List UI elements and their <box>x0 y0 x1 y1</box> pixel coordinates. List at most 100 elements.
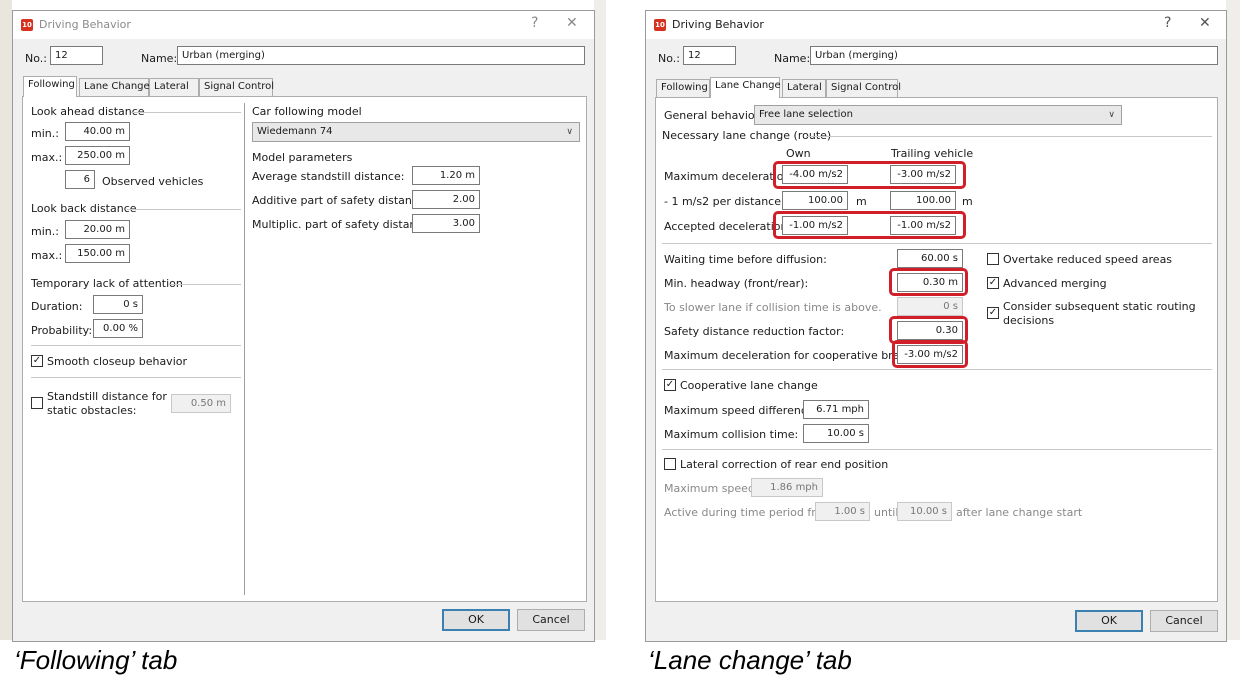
min-headway-label: Min. headway (front/rear): <box>664 277 809 290</box>
look-back-min-field[interactable]: 20.00 m <box>65 220 130 239</box>
highlight-box <box>892 340 968 368</box>
caption-following-tab: ‘Following’ tab <box>14 645 178 675</box>
cancel-button[interactable]: Cancel <box>1150 610 1218 632</box>
tab-signal-control[interactable]: Signal Control <box>826 79 901 97</box>
look-ahead-min-field[interactable]: 40.00 m <box>65 122 130 141</box>
smooth-closeup-label: Smooth closeup behavior <box>47 355 188 368</box>
look-back-max-field[interactable]: 150.00 m <box>65 244 130 263</box>
duration-field[interactable]: 0 s <box>93 295 143 314</box>
slower-lane-label: To slower lane if collision time is abov… <box>664 301 882 314</box>
per-distance-own-unit: m <box>856 195 867 208</box>
max-speed-field[interactable]: 1.86 mph <box>751 478 823 497</box>
panel-splitter[interactable] <box>244 103 245 595</box>
overtake-reduced-speed-checkbox[interactable] <box>987 253 999 265</box>
advanced-merging-checkbox[interactable]: ✓ <box>987 277 999 289</box>
lateral-correction-checkbox[interactable] <box>664 458 676 470</box>
additive-safety-field[interactable]: 2.00 <box>412 190 480 209</box>
multiplic-safety-label: Multiplic. part of safety distance: <box>252 218 433 231</box>
max-speed-diff-field[interactable]: 6.71 mph <box>803 400 869 419</box>
background-strip <box>1226 0 1240 640</box>
ok-button[interactable]: OK <box>1075 610 1143 632</box>
consider-routing-checkbox[interactable]: ✓ <box>987 307 999 319</box>
advanced-merging-label: Advanced merging <box>1003 277 1107 290</box>
coop-braking-label: Maximum deceleration for cooperative bra… <box>664 349 927 362</box>
after-label: after lane change start <box>956 506 1083 519</box>
cooperative-lane-change-checkbox[interactable]: ✓ <box>664 379 676 391</box>
background-strip <box>594 0 606 640</box>
no-field[interactable]: 12 <box>50 46 103 65</box>
per-distance-trailing-unit: m <box>962 195 973 208</box>
general-behavior-select[interactable]: Free lane selection ∨ <box>754 105 1122 125</box>
look-back-header: Look back distance <box>31 202 137 215</box>
close-button[interactable]: ✕ <box>566 15 578 31</box>
chevron-down-icon: ∨ <box>566 127 573 137</box>
tab-lane-change[interactable]: Lane Change <box>79 78 150 96</box>
no-label: No.: <box>658 52 680 65</box>
look-ahead-max-field[interactable]: 250.00 m <box>65 146 130 165</box>
smooth-closeup-checkbox[interactable]: ✓ <box>31 355 43 367</box>
highlight-box <box>889 268 968 296</box>
slower-lane-field[interactable]: 0 s <box>897 297 963 316</box>
active-from-field[interactable]: 1.00 s <box>815 502 870 521</box>
avg-standstill-field[interactable]: 1.20 m <box>412 166 480 185</box>
divider <box>31 377 241 378</box>
tab-signal-control[interactable]: Signal Control <box>199 78 274 96</box>
standstill-static-label-1: Standstill distance for <box>47 390 167 403</box>
standstill-static-field[interactable]: 0.50 m <box>171 394 231 413</box>
title-bar: 10 Driving Behavior ? ✕ <box>646 11 1226 39</box>
max-speed-diff-label: Maximum speed difference: <box>664 404 818 417</box>
waiting-time-field[interactable]: 60.00 s <box>897 249 963 268</box>
close-button[interactable]: ✕ <box>1199 15 1211 31</box>
help-button[interactable]: ? <box>531 15 538 31</box>
tab-following[interactable]: Following <box>656 79 710 97</box>
consider-routing-label-2: decisions <box>1003 314 1055 327</box>
active-period-label: Active during time period from <box>664 506 833 519</box>
duration-label: Duration: <box>31 300 83 313</box>
probability-field[interactable]: 0.00 % <box>93 319 143 338</box>
multiplic-safety-field[interactable]: 3.00 <box>412 214 480 233</box>
max-collision-time-label: Maximum collision time: <box>664 428 799 441</box>
name-label: Name: <box>141 52 178 65</box>
tab-following[interactable]: Following <box>23 76 77 97</box>
look-back-max-label: max.: <box>31 249 63 262</box>
no-field[interactable]: 12 <box>683 46 736 65</box>
caption-lane-change-tab: ‘Lane change’ tab <box>648 645 852 675</box>
divider <box>662 369 1212 370</box>
highlight-box <box>773 161 966 189</box>
app-icon: 10 <box>21 19 33 31</box>
look-ahead-max-label: max.: <box>31 151 63 164</box>
max-collision-time-field[interactable]: 10.00 s <box>803 424 869 443</box>
divider <box>806 136 1212 137</box>
app-icon: 10 <box>654 19 666 31</box>
divider <box>168 284 241 285</box>
car-following-model-select[interactable]: Wiedemann 74 ∨ <box>252 122 580 142</box>
following-panel: Look ahead distance min.: 40.00 m max.: … <box>22 96 587 602</box>
additive-safety-label: Additive part of safety distance: <box>252 194 429 207</box>
help-button[interactable]: ? <box>1164 15 1171 31</box>
driving-behavior-dialog-following: 10 Driving Behavior ? ✕ No.: 12 Name: Ur… <box>12 10 595 642</box>
probability-label: Probability: <box>31 324 93 337</box>
divider <box>127 209 241 210</box>
name-field[interactable]: Urban (merging) <box>810 46 1218 65</box>
cancel-button[interactable]: Cancel <box>517 609 585 631</box>
active-until-field[interactable]: 10.00 s <box>897 502 952 521</box>
chevron-down-icon: ∨ <box>1108 110 1115 120</box>
ok-button[interactable]: OK <box>442 609 510 631</box>
tab-lateral[interactable]: Lateral <box>782 79 826 97</box>
background-strip <box>0 0 12 640</box>
per-distance-trailing-field[interactable]: 100.00 <box>890 191 956 210</box>
name-field[interactable]: Urban (merging) <box>177 46 585 65</box>
max-speed-label: Maximum speed: <box>664 482 759 495</box>
model-parameters-header: Model parameters <box>252 151 353 164</box>
per-distance-own-field[interactable]: 100.00 <box>782 191 848 210</box>
standstill-static-label-2: static obstacles: <box>47 404 137 417</box>
cooperative-lane-change-label: Cooperative lane change <box>680 379 818 392</box>
avg-standstill-label: Average standstill distance: <box>252 170 405 183</box>
tab-lateral[interactable]: Lateral <box>149 78 199 96</box>
own-column-header: Own <box>786 147 811 160</box>
tab-lane-change[interactable]: Lane Change <box>710 77 781 98</box>
driving-behavior-dialog-lane-change: 10 Driving Behavior ? ✕ No.: 12 Name: Ur… <box>645 10 1227 642</box>
observed-vehicles-field[interactable]: 6 <box>65 170 95 189</box>
standstill-static-checkbox[interactable] <box>31 397 43 409</box>
divider <box>662 243 1212 244</box>
